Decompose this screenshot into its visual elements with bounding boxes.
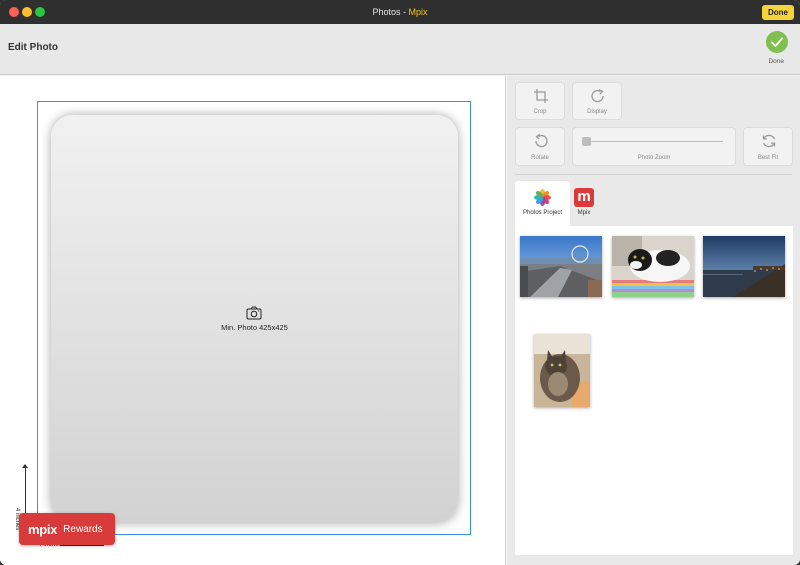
redo-arrow-icon [591, 88, 604, 103]
crop-icon [534, 89, 548, 103]
done-top-button[interactable]: Done [762, 5, 794, 20]
done-check-button[interactable] [766, 31, 788, 53]
city-skyline-image [520, 236, 602, 297]
window-title: Photos - Mpix [0, 0, 800, 24]
photo-zoom-thumb[interactable] [582, 137, 591, 146]
rotate-icon [535, 133, 548, 148]
edit-canvas: Min. Photo 425x425 4 inches 4 inches mpi… [0, 76, 506, 565]
photo-thumbnail-harbor[interactable] [703, 236, 785, 297]
rotate-label: Rotate [531, 155, 549, 161]
checkmark-icon [771, 37, 783, 47]
photo-zoom-control: Photo Zoom [572, 127, 736, 166]
rewards-label: Rewards [63, 523, 103, 535]
photo-thumbnail-cat-rug[interactable] [612, 236, 694, 297]
rewards-brand: mpix [28, 521, 58, 537]
display-button[interactable]: Display [572, 82, 622, 120]
title-bar: Photos - Mpix Done [0, 0, 800, 24]
camera-icon [246, 306, 262, 320]
best-fit-button[interactable]: Best Fit [743, 127, 793, 166]
print-area-frame: Min. Photo 425x425 [37, 101, 471, 535]
mpix-logo-icon: m [574, 188, 594, 207]
min-photo-hint: Min. Photo 425x425 [221, 323, 288, 332]
display-label: Display [587, 109, 607, 115]
crop-label: Crop [533, 109, 547, 115]
tools-panel: Crop Display Rotate Photo Zoom Best Fit … [507, 76, 800, 565]
photo-zoom-track[interactable] [587, 141, 723, 142]
photo-thumbnail-city[interactable] [520, 236, 602, 297]
crop-button[interactable]: Crop [515, 82, 565, 120]
refresh-icon [762, 134, 776, 148]
tab-mpix-label: Mpix [577, 210, 591, 216]
window-title-separator: - [400, 7, 409, 17]
tab-photos-project-label: Photos Project [522, 210, 563, 216]
photo-thumbnail-fluffy-cat[interactable] [534, 334, 590, 407]
photo-drop-slot[interactable]: Min. Photo 425x425 [51, 115, 458, 523]
edit-header: Edit Photo Done [0, 24, 800, 75]
panel-divider [515, 174, 792, 175]
window-title-extension: Mpix [408, 7, 428, 17]
best-fit-label: Best Fit [757, 155, 779, 161]
mpix-rewards-button[interactable]: mpix Rewards [19, 513, 115, 545]
photo-gallery [515, 226, 793, 555]
harbor-dusk-image [703, 236, 785, 297]
page-title: Edit Photo [8, 42, 58, 53]
tab-mpix[interactable]: m Mpix [570, 181, 598, 226]
photo-zoom-label: Photo Zoom [637, 155, 671, 161]
app-window: Photos - Mpix Done Edit Photo Done Min. … [0, 0, 800, 565]
dimension-line-vertical [25, 466, 26, 514]
fluffy-cat-image [534, 334, 590, 407]
photos-app-icon [534, 189, 551, 206]
dimension-line-horizontal [60, 545, 104, 546]
cat-on-rug-image [612, 236, 694, 297]
done-label: Done [768, 58, 784, 65]
rotate-button[interactable]: Rotate [515, 127, 565, 166]
tab-photos-project[interactable]: Photos Project [515, 181, 570, 226]
window-title-app: Photos [372, 7, 401, 17]
